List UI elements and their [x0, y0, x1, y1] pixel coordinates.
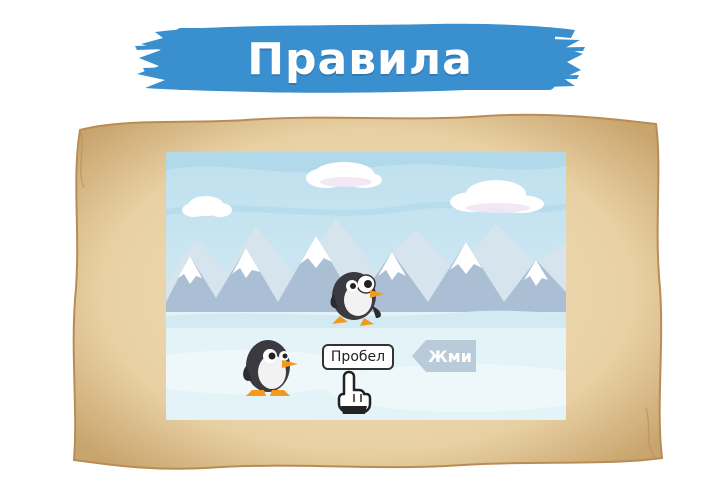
hand-pointer-icon	[337, 370, 372, 414]
penguin-standing	[243, 340, 298, 396]
page-title: Правила	[247, 33, 473, 85]
spacebar-key-badge: Пробел	[322, 344, 394, 370]
press-label: Жми	[428, 346, 472, 366]
penguin-jumping	[330, 272, 384, 326]
title-banner: Правила	[135, 18, 585, 100]
